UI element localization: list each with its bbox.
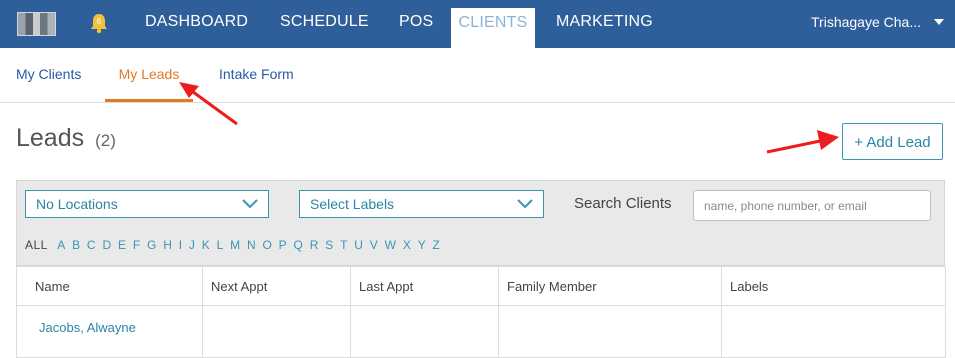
alpha-letter[interactable]: S — [325, 238, 334, 252]
leads-count: (2) — [95, 131, 116, 150]
column-header-name[interactable]: Name — [16, 266, 203, 306]
page-title-text: Leads — [16, 124, 85, 152]
lead-name-link[interactable]: Jacobs, Alwayne — [16, 305, 203, 358]
notification-count-badge: 6 — [96, 17, 102, 26]
nav-clients[interactable]: CLIENTS — [451, 8, 535, 48]
alpha-letter[interactable]: A — [57, 238, 66, 252]
chevron-down-icon — [517, 199, 533, 209]
alpha-letter[interactable]: I — [179, 238, 183, 252]
alpha-letter[interactable]: Q — [294, 238, 304, 252]
labels-cell — [721, 305, 946, 358]
labels-select[interactable]: Select Labels — [299, 190, 544, 218]
labels-select-value: Select Labels — [310, 196, 395, 212]
business-logo-image[interactable] — [17, 12, 56, 36]
alpha-letter[interactable]: G — [147, 238, 157, 252]
add-lead-button[interactable]: + Add Lead — [842, 123, 943, 160]
alpha-letter[interactable]: W — [385, 238, 397, 252]
tab-intake-form[interactable]: Intake Form — [219, 48, 294, 99]
nav-pos[interactable]: POS — [399, 0, 433, 48]
alpha-letter[interactable]: T — [340, 238, 348, 252]
alpha-letter[interactable]: H — [163, 238, 172, 252]
alpha-letter[interactable]: B — [72, 238, 81, 252]
alpha-letter[interactable]: L — [217, 238, 224, 252]
last-appt-cell — [350, 305, 499, 358]
column-header-labels[interactable]: Labels — [721, 266, 946, 306]
chevron-down-icon[interactable] — [934, 19, 944, 25]
alpha-letter[interactable]: C — [87, 238, 96, 252]
alpha-letter[interactable]: K — [202, 238, 211, 252]
alpha-letter[interactable]: X — [403, 238, 412, 252]
annotation-arrow-add-lead — [766, 130, 839, 154]
table-header-row: Name Next Appt Last Appt Family Member L… — [16, 266, 946, 306]
alpha-letter[interactable]: N — [247, 238, 256, 252]
column-header-next-appt[interactable]: Next Appt — [202, 266, 351, 306]
nav-dashboard[interactable]: DASHBOARD — [145, 0, 248, 48]
alpha-letter[interactable]: E — [118, 238, 127, 252]
alpha-letter[interactable]: V — [370, 238, 379, 252]
filter-panel: No Locations Select Labels Search Client… — [16, 180, 945, 266]
alpha-letter[interactable]: J — [189, 238, 196, 252]
next-appt-cell — [202, 305, 351, 358]
alpha-letter[interactable]: F — [133, 238, 141, 252]
alpha-filter-all[interactable]: ALL — [25, 238, 48, 252]
clients-subnav: My Clients My Leads Intake Form — [0, 48, 955, 103]
nav-schedule[interactable]: SCHEDULE — [280, 0, 369, 48]
table-row: Jacobs, Alwayne — [16, 305, 946, 358]
search-input[interactable] — [693, 190, 931, 221]
family-member-cell — [498, 305, 722, 358]
alphabet-filter: ALL A B C D E F G H I J K L M N O P Q R … — [25, 238, 443, 252]
search-clients-label: Search Clients — [574, 195, 672, 212]
top-navigation-bar: 6 DASHBOARD SCHEDULE POS CLIENTS MARKETI… — [0, 0, 955, 48]
leads-table: Name Next Appt Last Appt Family Member L… — [16, 266, 946, 358]
alpha-letter[interactable]: D — [102, 238, 111, 252]
tab-my-leads[interactable]: My Leads — [105, 48, 193, 102]
locations-select[interactable]: No Locations — [25, 190, 269, 218]
chevron-down-icon — [242, 199, 258, 209]
page-title: Leads (2) — [16, 124, 116, 153]
alpha-letter[interactable]: O — [262, 238, 272, 252]
alpha-letter[interactable]: Y — [418, 238, 427, 252]
user-menu-name[interactable]: Trishagaye Cha... — [811, 0, 921, 48]
locations-select-value: No Locations — [36, 196, 118, 212]
alpha-letter[interactable]: U — [354, 238, 363, 252]
column-header-family-member[interactable]: Family Member — [498, 266, 722, 306]
column-header-last-appt[interactable]: Last Appt — [350, 266, 499, 306]
tab-my-clients[interactable]: My Clients — [16, 48, 81, 99]
alpha-letter[interactable]: P — [279, 238, 288, 252]
nav-marketing[interactable]: MARKETING — [556, 0, 653, 48]
alpha-letter[interactable]: R — [310, 238, 319, 252]
alpha-letter[interactable]: M — [230, 238, 241, 252]
alpha-letter[interactable]: Z — [433, 238, 441, 252]
